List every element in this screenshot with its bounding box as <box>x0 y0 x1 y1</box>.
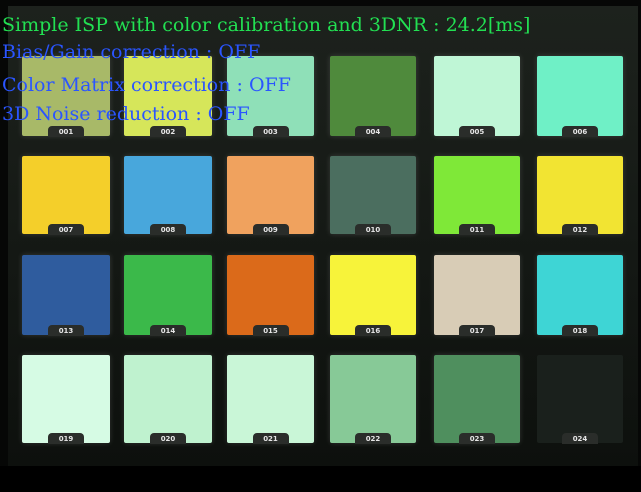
patch-label-020: 020 <box>150 433 186 444</box>
patch-label-005: 005 <box>459 126 495 137</box>
color-patch-017 <box>434 255 520 335</box>
color-patch-007 <box>22 156 110 234</box>
patch-label-006: 006 <box>562 126 598 137</box>
patch-label-024: 024 <box>562 433 598 444</box>
patch-label-023: 023 <box>459 433 495 444</box>
color-patch-006 <box>537 56 623 136</box>
color-patch-020 <box>124 355 212 443</box>
color-patch-016 <box>330 255 416 335</box>
color-patch-012 <box>537 156 623 234</box>
patch-label-014: 014 <box>150 325 186 336</box>
patch-label-007: 007 <box>48 224 84 235</box>
color-patch-008 <box>124 156 212 234</box>
patch-label-021: 021 <box>252 433 289 444</box>
patch-label-003: 003 <box>252 126 289 137</box>
color-patch-024 <box>537 355 623 443</box>
color-patch-014 <box>124 255 212 335</box>
color-patch-018 <box>537 255 623 335</box>
patch-label-022: 022 <box>355 433 391 444</box>
color-patch-011 <box>434 156 520 234</box>
patch-label-012: 012 <box>562 224 598 235</box>
patch-label-015: 015 <box>252 325 289 336</box>
color-matrix-status: Color Matrix correction : OFF <box>2 74 291 96</box>
color-patch-015 <box>227 255 314 335</box>
color-patch-021 <box>227 355 314 443</box>
patch-label-011: 011 <box>459 224 495 235</box>
patch-label-016: 016 <box>355 325 391 336</box>
patch-label-002: 002 <box>150 126 186 137</box>
patch-label-019: 019 <box>48 433 84 444</box>
isp-title-timing: Simple ISP with color calibration and 3D… <box>2 14 531 36</box>
color-patch-005 <box>434 56 520 136</box>
patch-label-018: 018 <box>562 325 598 336</box>
patch-label-010: 010 <box>355 224 391 235</box>
patch-label-013: 013 <box>48 325 84 336</box>
noise-reduction-status: 3D Noise reduction : OFF <box>2 103 250 125</box>
bias-gain-status: Bias/Gain correction : OFF <box>2 41 261 63</box>
patch-label-017: 017 <box>459 325 495 336</box>
patch-label-001: 001 <box>48 126 84 137</box>
patch-label-009: 009 <box>252 224 289 235</box>
color-patch-022 <box>330 355 416 443</box>
color-patch-004 <box>330 56 416 136</box>
patch-label-004: 004 <box>355 126 391 137</box>
color-patch-019 <box>22 355 110 443</box>
patch-label-008: 008 <box>150 224 186 235</box>
bottom-black-bar <box>0 466 641 492</box>
color-patch-013 <box>22 255 110 335</box>
color-patch-023 <box>434 355 520 443</box>
camera-view: 001 002 003 004 005 006 007 008 009 010 011 012 013 0… <box>0 0 641 492</box>
color-patch-010 <box>330 156 416 234</box>
color-patch-009 <box>227 156 314 234</box>
